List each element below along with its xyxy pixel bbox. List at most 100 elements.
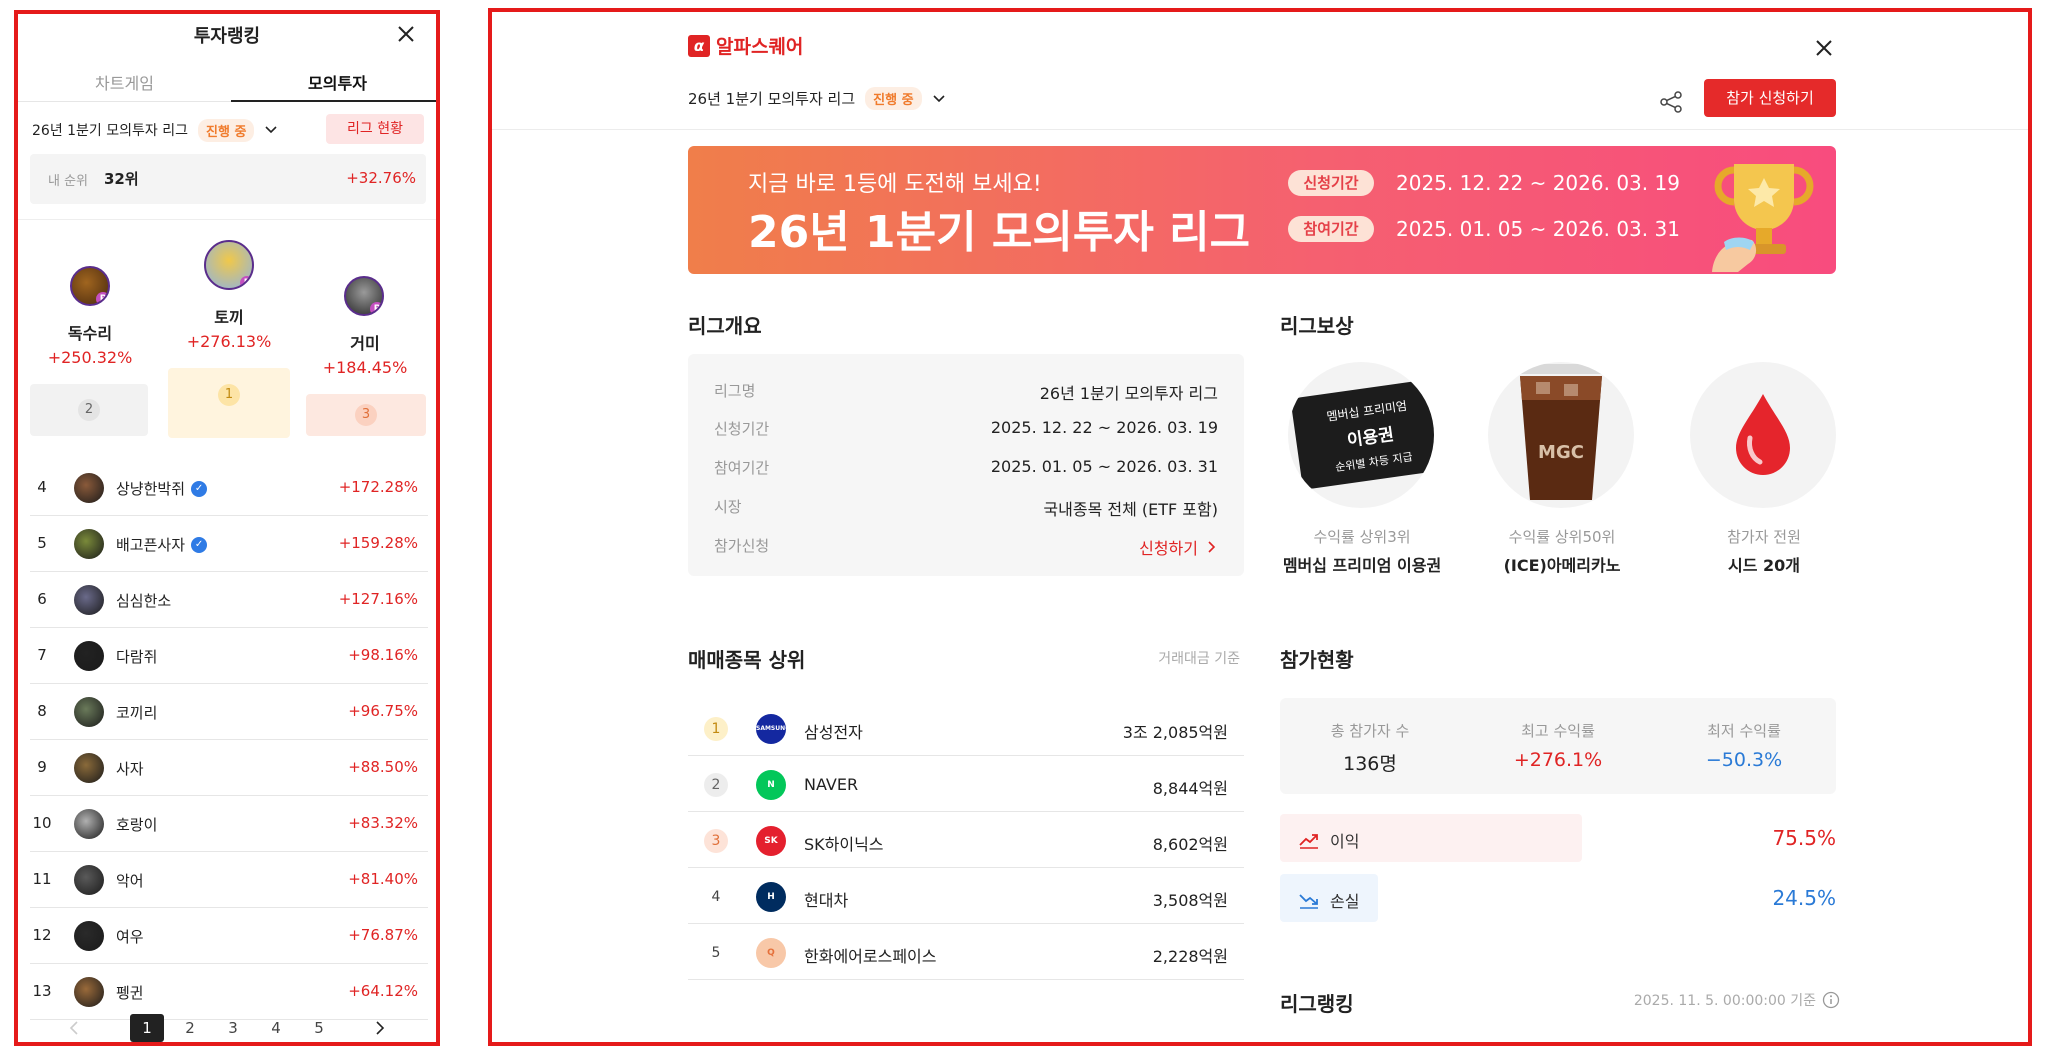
stock-rank: 1 [704,717,728,741]
page-3[interactable]: 3 [216,1014,250,1042]
avatar [74,585,104,615]
page-2[interactable]: 2 [173,1014,207,1042]
stat-label: 최고 수익률 [1521,722,1595,740]
trend-up-icon [1299,834,1318,849]
chevron-right-icon[interactable] [370,1019,388,1037]
nickname: 상냥한박쥐 [116,480,186,498]
league-status-button[interactable]: 리그 현황 [326,114,424,144]
rank-row[interactable]: 9 사자 +88.50% [30,740,428,796]
return-rate: +159.28% [338,534,418,552]
loss-value: 24.5% [1772,886,1836,910]
overview-key: 시장 [714,498,742,516]
chevron-left-icon[interactable] [66,1019,84,1037]
tab-chart-game[interactable]: 차트게임 [18,66,231,102]
stock-row[interactable]: 4 H 현대차 3,508억원 [688,868,1244,924]
rank-row[interactable]: 11 악어 +81.40% [30,852,428,908]
return-rate: +98.16% [348,646,418,664]
rank-number: 11 [32,870,52,888]
rank-badge: 3 [355,404,377,426]
trend-down-icon [1299,894,1318,909]
rank-row[interactable]: 6 심심한소 +127.16% [30,572,428,628]
stock-row[interactable]: 2 N NAVER 8,844억원 [688,756,1244,812]
my-rank-label: 내 순위 [48,174,89,189]
nickname: 펭귄 [116,984,144,1002]
nickname-group: 심심한소 [116,590,171,611]
overview-row: 리그명 26년 1분기 모의투자 리그 [688,380,1244,404]
loss-label-group: 손실 [1298,888,1359,912]
podium-return: +184.45% [322,358,408,377]
stock-logo-icon: SAMSUNG [756,714,786,744]
return-rate: +64.12% [348,982,418,1000]
chevron-down-icon [265,126,277,134]
nickname-group: 호랑이 [116,814,157,835]
avatar: P [344,276,384,316]
rank-row[interactable]: 4 상냥한박쥐 ✓ +172.28% [30,460,428,516]
join-period-pill: 참여기간 [1288,216,1374,242]
league-selector[interactable]: 26년 1분기 모의투자 리그 진행 중 [688,87,946,110]
reward-image: 멤버십 프리미엄 이용권 순위별 차등 지급 [1288,362,1434,508]
coffee-cup-logo: MGC [1538,442,1584,463]
stock-rank: 3 [704,829,728,853]
rank-row[interactable]: 12 여우 +76.87% [30,908,428,964]
stock-row[interactable]: 1 SAMSUNG 삼성전자 3조 2,085억원 [688,700,1244,756]
league-detail-panel: α 알파스퀘어 26년 1분기 모의투자 리그 진행 중 참가 신청하기 지금 … [488,8,2032,1046]
rank-badge: 2 [78,399,100,421]
page-1[interactable]: 1 [130,1014,164,1042]
league-ranking-note-group: 2025. 11. 5. 00:00:00 기준 [1634,990,1840,1010]
avatar: P [70,266,110,306]
stock-logo-icon: N [756,770,786,800]
league-selector[interactable]: 26년 1분기 모의투자 리그 진행 중 [32,118,278,142]
stock-name: 삼성전자 [804,723,863,742]
close-icon[interactable] [1812,36,1836,60]
rank-row[interactable]: 10 호랑이 +83.32% [30,796,428,852]
overview-value: 26년 1분기 모의투자 리그 [1039,384,1218,403]
apply-link-label: 신청하기 [1139,539,1198,558]
avatar [74,753,104,783]
return-rate: +96.75% [348,702,418,720]
stat-value: 136명 [1343,753,1397,775]
league-banner[interactable]: 지금 바로 1등에 도전해 보세요! 26년 1분기 모의투자 리그 신청기간 … [688,146,1836,274]
rank-row[interactable]: 13 펭귄 +64.12% [30,964,428,1020]
overview-row: 신청기간 2025. 12. 22 ~ 2026. 03. 19 [688,418,1244,442]
participation-title: 참가현황 [1280,648,1354,672]
rank-row[interactable]: 8 코끼리 +96.75% [30,684,428,740]
avatar [74,529,104,559]
stock-amount: 8,602억원 [1152,835,1228,854]
apply-period-pill: 신청기간 [1288,170,1374,196]
overview-value: 2025. 01. 05 ~ 2026. 03. 31 [990,457,1218,476]
return-rate: +88.50% [348,758,418,776]
share-icon[interactable] [1658,89,1684,115]
stock-row[interactable]: 3 SK SK하이닉스 8,602억원 [688,812,1244,868]
return-rate: +172.28% [338,478,418,496]
detail-header: α 알파스퀘어 26년 1분기 모의투자 리그 진행 중 참가 신청하기 [492,12,2028,130]
profit-label: 이익 [1330,832,1360,851]
profit-label-group: 이익 [1298,828,1359,852]
panel-title: 투자랭킹 [193,26,261,47]
stock-amount: 8,844억원 [1152,779,1228,798]
reward-condition: 수익률 상위3위 [1313,528,1411,546]
stat-label: 최저 수익률 [1707,722,1781,740]
rank-row[interactable]: 7 다람쥐 +98.16% [30,628,428,684]
join-period: 2025. 01. 05 ~ 2026. 03. 31 [1396,217,1680,241]
reward-image [1690,362,1836,508]
info-icon[interactable] [1822,991,1840,1009]
ranking-list: 4 상냥한박쥐 ✓ +172.28% 5 배고픈사자 ✓ +159.28% 6 심심한소 +127.… [30,460,428,1020]
rank-row[interactable]: 5 배고픈사자 ✓ +159.28% [30,516,428,572]
nickname-group: 상냥한박쥐 ✓ [116,478,208,499]
close-icon[interactable] [394,22,418,46]
rank-number: 4 [37,478,47,496]
apply-link[interactable]: 신청하기 [1139,535,1218,559]
page-5[interactable]: 5 [302,1014,336,1042]
stock-name: NAVER [804,775,859,794]
stock-row[interactable]: 5 Q 한화에어로스페이스 2,228억원 [688,924,1244,980]
page-4[interactable]: 4 [259,1014,293,1042]
stock-name: 현대차 [804,891,849,910]
apply-button[interactable]: 참가 신청하기 [1704,79,1836,117]
tab-mock-investment[interactable]: 모의투자 [231,66,436,102]
stock-rank: 2 [704,773,728,797]
podium-return: +276.13% [186,332,272,351]
brand-name: 알파스퀘어 [716,36,804,58]
stat-value: −50.3% [1705,749,1783,771]
apply-period: 2025. 12. 22 ~ 2026. 03. 19 [1396,171,1680,195]
rank-number: 8 [37,702,47,720]
